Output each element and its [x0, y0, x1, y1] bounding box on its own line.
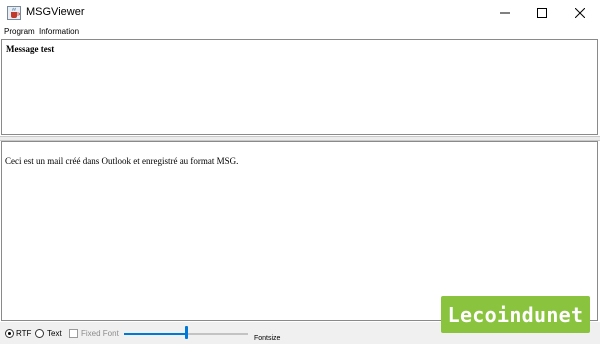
fixed-font-checkbox[interactable]: [69, 329, 78, 338]
message-subject: Message test: [6, 44, 55, 54]
radio-selected-dot: [8, 332, 11, 335]
java-cup-icon: [7, 6, 21, 20]
fontsize-slider-fill: [124, 333, 186, 335]
maximize-button[interactable]: [523, 0, 561, 26]
watermark-logo: Lecoindunet: [441, 296, 590, 333]
title-bar: MSGViewer: [0, 0, 600, 26]
text-radio[interactable]: [35, 329, 44, 338]
menu-bar: Program Information: [0, 26, 600, 37]
menu-information[interactable]: Information: [39, 27, 79, 36]
window-title: MSGViewer: [26, 6, 85, 18]
minimize-icon: [500, 12, 510, 14]
fontsize-slider-thumb[interactable]: [185, 326, 188, 339]
close-icon: [575, 8, 585, 18]
fixed-font-label: Fixed Font: [81, 329, 119, 338]
message-body-pane[interactable]: Ceci est un mail créé dans Outlook et en…: [1, 141, 598, 321]
text-label: Text: [47, 329, 62, 338]
maximize-icon: [537, 8, 547, 18]
rtf-label: RTF: [16, 329, 32, 338]
close-button[interactable]: [561, 0, 599, 26]
message-header-pane[interactable]: Message test: [1, 39, 598, 135]
watermark-text: Lecoindunet: [447, 302, 584, 327]
fontsize-label: Fontsize: [254, 335, 281, 342]
minimize-button[interactable]: [486, 0, 524, 26]
menu-program[interactable]: Program: [4, 27, 35, 36]
rtf-radio[interactable]: [5, 329, 14, 338]
message-body: Ceci est un mail créé dans Outlook et en…: [5, 156, 239, 166]
